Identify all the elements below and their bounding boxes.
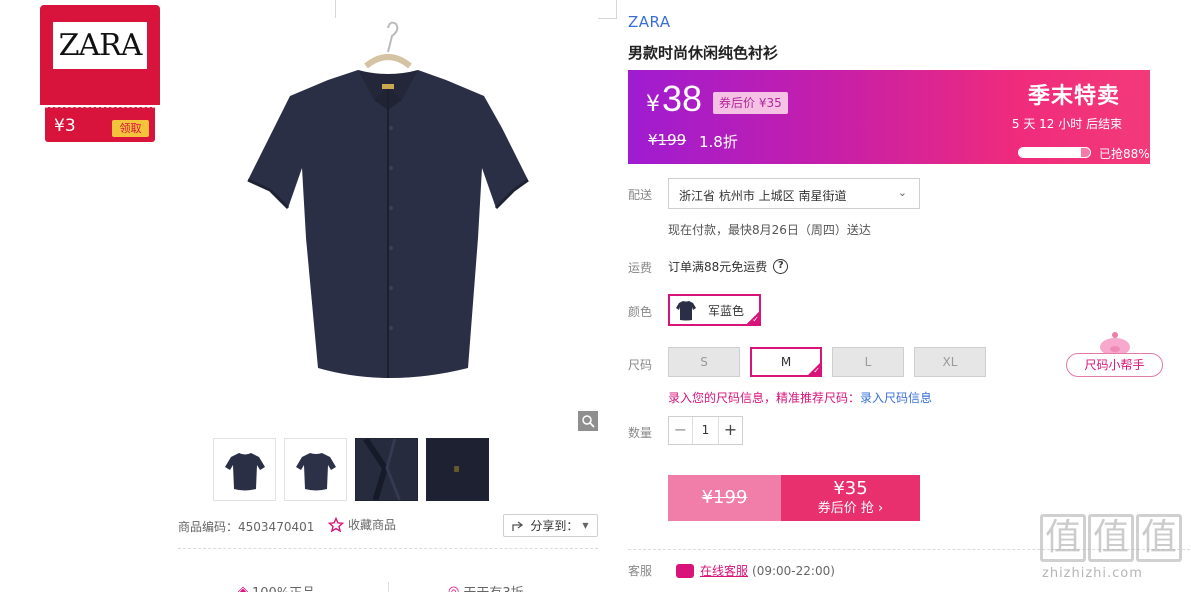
favorite-label: 收藏商品 xyxy=(348,518,397,532)
shipping-text: 订单满88元免运费 xyxy=(668,260,768,274)
service-label: 客服 xyxy=(628,564,653,578)
color-option-navy[interactable]: 军蓝色 ✓ xyxy=(668,294,761,326)
mascot-icon xyxy=(1100,332,1130,355)
thumbnail-front[interactable] xyxy=(213,438,276,501)
size-info-link[interactable]: 录入尺码信息 xyxy=(860,391,932,405)
size-helper-button[interactable]: 尺码小帮手 xyxy=(1066,353,1163,377)
watermark-char: 值 xyxy=(1136,514,1182,562)
divider xyxy=(178,548,598,549)
size-label: 尺码 xyxy=(628,358,653,372)
main-product-image[interactable] xyxy=(178,18,598,430)
site-watermark: 值 值 值 zhizhizhi.com xyxy=(1040,514,1186,592)
product-code-label: 商品编码： xyxy=(178,520,239,534)
sold-progress-bar xyxy=(1018,147,1091,158)
quantity-stepper: − 1 + xyxy=(668,416,743,445)
size-hint-text: 录入您的尺码信息，精准推荐尺码： xyxy=(668,391,861,405)
shipping-info: 订单满88元免运费 ? xyxy=(668,258,789,275)
star-icon xyxy=(328,516,344,532)
brand-logo-box: ZARA xyxy=(53,22,147,69)
daily-discount-label: 天天有3折 xyxy=(463,582,523,592)
quantity-decrease-button[interactable]: − xyxy=(669,417,693,444)
color-option-label: 军蓝色 xyxy=(708,303,745,318)
coupon-amount: ¥3 xyxy=(54,116,76,136)
chevron-down-icon: ▼ xyxy=(582,521,589,530)
thumbnail-back[interactable] xyxy=(284,438,347,501)
product-code: 商品编码：4503470401 xyxy=(178,518,314,535)
dropdown-panel-edge xyxy=(335,0,617,19)
color-swatch-shirt-icon xyxy=(676,301,696,321)
thumbnail-strip xyxy=(213,438,489,501)
buy-button-group: ¥199 ¥35 券后价 抢 › xyxy=(668,475,920,521)
badge-divider xyxy=(388,582,389,592)
zoom-icon[interactable] xyxy=(578,411,598,431)
product-meta-row: 商品编码：4503470401 收藏商品 分享到： ▼ xyxy=(178,514,598,538)
buy-action-label: 券后价 抢 › xyxy=(817,501,884,516)
size-hint: 录入您的尺码信息，精准推荐尺码：录入尺码信息 xyxy=(668,389,932,406)
authentic-label: 100%正品 xyxy=(252,582,315,592)
guarantee-badges: ◈ 100%正品 ◎ 天天有3折 xyxy=(178,580,598,592)
service-hours: (09:00-22:00) xyxy=(752,563,835,578)
thumbnail-collar-detail[interactable] xyxy=(355,438,418,501)
color-label: 颜色 xyxy=(628,305,653,319)
product-title: 男款时尚休闲纯色衬衫 xyxy=(628,44,779,62)
authentic-badge: ◈ 100%正品 xyxy=(238,582,315,592)
sold-progress-fill xyxy=(1019,148,1082,157)
sale-title: 季末特卖 xyxy=(1027,84,1120,109)
current-price: ¥ 38 xyxy=(646,78,702,120)
countdown-timer: 5 天 12 小时 后结束 xyxy=(1011,117,1123,131)
buy-price: ¥35 xyxy=(833,478,868,499)
size-option-s[interactable]: S xyxy=(668,347,740,377)
discount-icon: ◎ xyxy=(448,584,460,592)
claim-coupon-button[interactable]: 领取 xyxy=(112,120,149,137)
watermark-char: 值 xyxy=(1088,514,1134,562)
watermark-url: zhizhizhi.com xyxy=(1042,566,1143,581)
quantity-increase-button[interactable]: + xyxy=(718,417,742,444)
product-code-value: 4503470401 xyxy=(238,520,315,534)
size-helper[interactable]: 尺码小帮手 xyxy=(1066,331,1166,379)
brand-logo: ZARA xyxy=(58,28,143,63)
after-coupon-tag: 券后价 ¥35 xyxy=(713,92,788,114)
size-option-m[interactable]: M ✓ xyxy=(750,347,822,377)
thumbnail-fabric-detail[interactable] xyxy=(426,438,489,501)
help-icon[interactable]: ? xyxy=(773,259,789,274)
favorite-button[interactable]: 收藏商品 xyxy=(328,516,396,533)
chat-icon xyxy=(676,563,695,578)
selected-check-icon: ✓ xyxy=(746,311,759,324)
share-label: 分享到： xyxy=(530,519,579,533)
brand-coupon-badge[interactable]: ZARA ¥3 领取 xyxy=(40,5,160,142)
watermark-char: 值 xyxy=(1040,514,1086,562)
size-option-m-label: M xyxy=(780,355,792,369)
daily-discount-badge: ◎ 天天有3折 xyxy=(448,582,524,592)
original-price-button[interactable]: ¥199 xyxy=(668,475,781,521)
shield-icon: ◈ xyxy=(238,584,248,592)
brand-link[interactable]: ZARA xyxy=(628,13,671,31)
customer-service-row: 客服 在线客服 (09:00-22:00) xyxy=(628,562,835,579)
size-option-xl[interactable]: XL xyxy=(914,347,986,377)
delivery-estimate: 现在付款，最快8月26日（周四）送达 xyxy=(668,223,871,237)
share-icon xyxy=(512,520,524,531)
address-value: 浙江省 杭州市 上城区 南星街道 xyxy=(679,189,847,203)
coupon-footer: ¥3 领取 xyxy=(45,107,155,142)
watermark-logo: 值 值 值 xyxy=(1040,514,1182,562)
buy-now-button[interactable]: ¥35 券后价 抢 › xyxy=(781,475,920,521)
quantity-input[interactable]: 1 xyxy=(693,417,718,444)
shipping-label: 运费 xyxy=(628,261,653,275)
current-price-value: 38 xyxy=(662,78,703,119)
coupon-header: ZARA xyxy=(40,5,160,105)
delivery-label: 配送 xyxy=(628,188,653,202)
online-service-link[interactable]: 在线客服 xyxy=(700,562,748,579)
selected-check-icon: ✓ xyxy=(807,362,821,376)
discount-rate: 1.8折 xyxy=(699,133,738,151)
currency-symbol: ¥ xyxy=(646,92,660,117)
price-banner: ¥ 38 券后价 ¥35 ¥199 1.8折 季末特卖 5 天 12 小时 后结… xyxy=(628,70,1150,164)
size-option-l[interactable]: L xyxy=(832,347,904,377)
sold-progress-label: 已抢88% xyxy=(1099,147,1150,161)
original-price: ¥199 xyxy=(648,131,687,149)
share-button[interactable]: 分享到： ▼ xyxy=(503,514,598,537)
shirt-illustration xyxy=(247,21,529,378)
quantity-label: 数量 xyxy=(628,426,653,440)
chevron-down-icon: ⌄ xyxy=(897,186,907,199)
address-select[interactable]: 浙江省 杭州市 上城区 南星街道 ⌄ xyxy=(668,178,920,209)
